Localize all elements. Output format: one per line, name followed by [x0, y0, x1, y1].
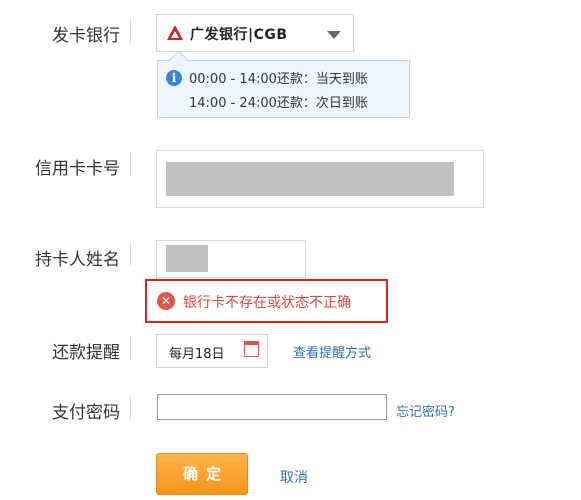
calendar-icon[interactable]	[244, 341, 259, 357]
cgb-logo-icon	[167, 25, 183, 40]
cardholder-name-label: 持卡人姓名	[35, 250, 120, 270]
error-message: 银行卡不存在或状态不正确	[183, 295, 351, 311]
reminder-date-picker[interactable]: 每月18日	[156, 334, 268, 368]
cancel-link[interactable]: 取消	[280, 467, 308, 487]
forgot-password-link[interactable]: 忘记密码?	[396, 401, 455, 420]
repayment-info-tooltip: i 00:00 - 14:00还款：当天到账 14:00 - 24:00还款：次…	[157, 50, 410, 118]
password-label: 支付密码	[52, 403, 120, 423]
tooltip-line-2: 14:00 - 24:00还款：次日到账	[189, 96, 368, 111]
card-number-label: 信用卡卡号	[35, 159, 120, 179]
confirm-button[interactable]: 确定	[156, 453, 248, 495]
chevron-down-icon[interactable]	[327, 31, 341, 39]
label-divider	[130, 396, 131, 420]
reminder-date-value: 每月18日	[169, 347, 225, 362]
label-divider	[130, 242, 131, 266]
info-icon: i	[166, 70, 182, 86]
bank-select-value: 广发银行|CGB	[190, 27, 288, 43]
label-divider	[130, 18, 131, 44]
error-icon: ✕	[157, 292, 175, 310]
label-divider	[130, 152, 131, 176]
card-number-field[interactable]	[156, 150, 484, 208]
tooltip-arrow	[169, 50, 188, 69]
bank-select[interactable]: 广发银行|CGB	[156, 14, 354, 52]
label-divider	[130, 336, 131, 360]
tooltip-line-1: 00:00 - 14:00还款：当天到账	[189, 72, 368, 87]
reminder-label: 还款提醒	[52, 343, 120, 363]
cardholder-name-field[interactable]	[156, 240, 306, 278]
error-message-box: ✕ 银行卡不存在或状态不正确	[145, 279, 388, 323]
redacted-card-number	[166, 162, 454, 196]
bank-label: 发卡银行	[52, 26, 120, 46]
redacted-cardholder-name	[166, 245, 208, 272]
view-reminder-method-link[interactable]: 查看提醒方式	[293, 342, 371, 361]
payment-password-input[interactable]	[157, 394, 387, 420]
